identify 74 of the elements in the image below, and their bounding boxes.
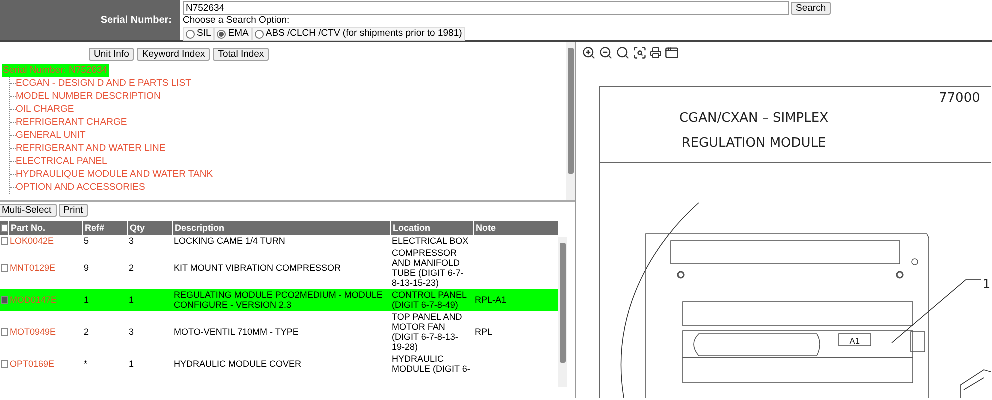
table-cell: 2 bbox=[129, 263, 134, 273]
table-cell: RPL bbox=[475, 327, 493, 337]
table-cell: 1 bbox=[84, 295, 90, 305]
table-cell: 2 bbox=[84, 327, 90, 337]
search-option-radio[interactable]: SIL bbox=[183, 27, 214, 41]
search-option-radio[interactable]: EMA bbox=[214, 27, 252, 41]
table-cell: 1 bbox=[129, 295, 134, 305]
device-drawing bbox=[960, 370, 991, 398]
drawing-title: CGAN/CXAN – SIMPLEX bbox=[679, 111, 829, 126]
column-header: Ref# bbox=[85, 223, 105, 233]
table-cell: LOCKING CAME 1/4 TURN bbox=[174, 236, 286, 246]
table-action-button[interactable]: Print bbox=[58, 204, 88, 217]
serial-number-field[interactable]: N752634 bbox=[183, 1, 789, 15]
column-header: Note bbox=[476, 223, 496, 233]
select-all-checkbox[interactable] bbox=[0, 224, 8, 232]
part-number-link[interactable]: LOK0042E bbox=[10, 236, 54, 246]
search-option-prompt: Choose a Search Option: bbox=[183, 15, 291, 27]
index-button[interactable]: Total Index bbox=[213, 48, 270, 61]
zoom-area-icon[interactable] bbox=[633, 46, 647, 60]
table-cell: TOP PANEL AND MOTOR FAN (DIGIT 6-7-8-13-19-28) bbox=[392, 312, 462, 352]
column-header: Part No. bbox=[11, 223, 46, 233]
zoom-in-icon[interactable] bbox=[582, 46, 596, 60]
table-cell: CONTROL PANEL (DIGIT 6-7-8-49) bbox=[392, 290, 467, 310]
part-number-link[interactable]: MOT0949E bbox=[10, 327, 56, 337]
part-number-link[interactable]: OPT0169E bbox=[10, 359, 55, 369]
zoom-out-icon[interactable] bbox=[599, 46, 613, 60]
table-cell: ELECTRICAL BOX bbox=[392, 236, 469, 246]
callout-number: 1 bbox=[983, 277, 991, 291]
table-cell: MOTO-VENTIL 710MM - TYPE bbox=[174, 327, 299, 337]
column-header: Location bbox=[393, 223, 430, 233]
table-cell: KIT MOUNT VIBRATION COMPRESSOR bbox=[174, 263, 342, 273]
scrollbar[interactable] bbox=[566, 42, 575, 200]
table-cell: * bbox=[84, 359, 88, 369]
table-cell: HYDRAULIC MODULE (DIGIT 6- bbox=[392, 354, 470, 374]
tree-link[interactable]: GENERAL UNIT bbox=[16, 129, 86, 142]
table-action-button[interactable]: Multi-Select bbox=[0, 204, 57, 217]
tree-link[interactable]: HYDRAULIQUE MODULE AND WATER TANK bbox=[16, 168, 214, 181]
print-icon[interactable] bbox=[650, 47, 662, 59]
table-cell: 3 bbox=[129, 327, 134, 337]
table-cell: 9 bbox=[84, 263, 90, 273]
tree-link[interactable]: OIL CHARGE bbox=[16, 103, 74, 116]
window-icon[interactable] bbox=[665, 46, 679, 60]
tree-link[interactable]: OPTION AND ACCESSORIES bbox=[16, 181, 146, 194]
tree-link[interactable]: ECGAN - DESIGN D AND E PARTS LIST bbox=[16, 77, 192, 90]
row-checkbox[interactable] bbox=[0, 264, 8, 272]
tree-link[interactable]: REFRIGERANT CHARGE bbox=[16, 116, 128, 129]
part-number-link[interactable]: MNT0129E bbox=[10, 263, 56, 273]
tree-link[interactable]: ELECTRICAL PANEL bbox=[16, 155, 108, 168]
row-checkbox[interactable] bbox=[0, 328, 8, 336]
table-cell: RPL-A1 bbox=[475, 295, 507, 305]
zoom-fit-icon[interactable] bbox=[616, 46, 630, 60]
tag-box bbox=[838, 334, 872, 346]
drawing-tag: A1 bbox=[850, 337, 860, 346]
tree-link[interactable]: REFRIGERANT AND WATER LINE bbox=[16, 142, 166, 155]
table-cell: HYDRAULIC MODULE COVER bbox=[174, 359, 302, 369]
column-header: Qty bbox=[130, 223, 146, 233]
index-button[interactable]: Keyword Index bbox=[137, 48, 210, 61]
tree-link[interactable]: MODEL NUMBER DESCRIPTION bbox=[16, 90, 161, 103]
row-checkbox[interactable] bbox=[0, 296, 8, 304]
row-checkbox[interactable] bbox=[0, 360, 8, 368]
table-cell: 3 bbox=[129, 236, 134, 246]
table-cell: 5 bbox=[84, 236, 90, 246]
search-option-radio[interactable]: ABS /CLCH /CTV (for shipments prior to 1981) bbox=[252, 27, 466, 41]
search-button[interactable]: Search bbox=[791, 2, 832, 14]
table-cell: COMPRESSOR AND MANIFOLD TUBE (DIGIT 6-7-8-13-15-23) bbox=[392, 248, 464, 288]
scrollbar[interactable] bbox=[558, 237, 567, 387]
column-header: Description bbox=[175, 223, 225, 233]
table-cell: REGULATING MODULE PCO2MEDIUM - MODULE CONFIGURE - VERSION 2.3 bbox=[174, 290, 383, 310]
drawing-subtitle: REGULATION MODULE bbox=[682, 136, 826, 151]
table-cell: 1 bbox=[129, 359, 134, 369]
serial-number-label: Serial Number: bbox=[100, 14, 172, 28]
row-checkbox[interactable] bbox=[0, 237, 8, 245]
drawing-number: 77000 bbox=[939, 91, 980, 106]
index-button[interactable]: Unit Info bbox=[89, 48, 134, 61]
